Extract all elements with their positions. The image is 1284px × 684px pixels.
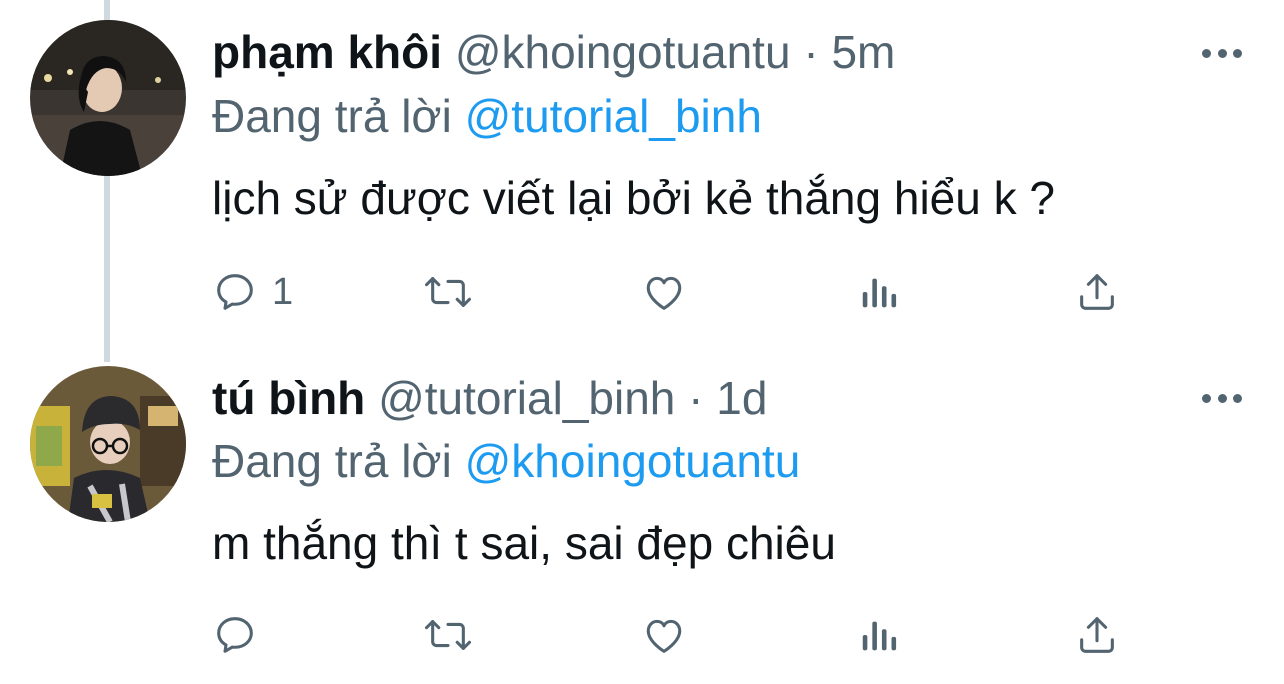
- user-handle[interactable]: @tutorial_binh: [378, 372, 675, 424]
- retweet-icon: [424, 620, 471, 650]
- display-name[interactable]: phạm khôi: [212, 26, 442, 78]
- separator-dot: ·: [803, 26, 819, 78]
- tweet-text: lịch sử được viết lại bởi kẻ thắng hiểu …: [212, 172, 1055, 224]
- replying-to-mention[interactable]: @tutorial_binh: [465, 90, 762, 142]
- like-button[interactable]: [640, 609, 688, 661]
- reply-icon: [217, 274, 253, 310]
- replying-to-mention[interactable]: @khoingotuantu: [465, 435, 801, 487]
- tweet[interactable]: phạm khôi @khoingotuantu · 5m Đang trả l…: [0, 0, 1284, 345]
- tweet-header: phạm khôi @khoingotuantu · 5m: [212, 24, 895, 80]
- replying-to: Đang trả lời @tutorial_binh: [212, 88, 762, 144]
- avatar[interactable]: [30, 366, 186, 522]
- more-icon[interactable]: [1202, 45, 1242, 61]
- reply-button[interactable]: 1: [212, 266, 293, 318]
- tweet[interactable]: tú bình @tutorial_binh · 1d Đang trả lời…: [0, 345, 1284, 684]
- share-button[interactable]: [1074, 609, 1120, 661]
- retweet-icon: [424, 277, 471, 307]
- like-button[interactable]: [640, 266, 688, 318]
- share-icon: [1080, 617, 1114, 653]
- avatar-photo: [30, 366, 186, 522]
- reply-count: 1: [272, 270, 294, 313]
- action-bar: 1: [212, 266, 1152, 318]
- more-icon[interactable]: [1202, 390, 1242, 406]
- retweet-button[interactable]: [422, 609, 474, 661]
- reply-button[interactable]: [212, 609, 272, 661]
- replying-to-label: Đang trả lời: [212, 435, 452, 487]
- avatar-photo: [30, 20, 186, 176]
- tweet-text: m thắng thì t sai, sai đẹp chiêu: [212, 517, 836, 569]
- timestamp[interactable]: 5m: [831, 26, 895, 78]
- views-button[interactable]: [858, 266, 902, 318]
- timestamp[interactable]: 1d: [716, 372, 767, 424]
- share-icon: [1080, 274, 1114, 310]
- share-button[interactable]: [1074, 266, 1120, 318]
- action-bar: [212, 609, 1152, 661]
- user-handle[interactable]: @khoingotuantu: [455, 26, 791, 78]
- retweet-button[interactable]: [422, 266, 474, 318]
- like-icon: [646, 276, 682, 310]
- display-name[interactable]: tú bình: [212, 372, 365, 424]
- like-icon: [646, 619, 682, 653]
- separator-dot: ·: [688, 372, 704, 424]
- replying-to: Đang trả lời @khoingotuantu: [212, 433, 800, 489]
- avatar[interactable]: [30, 20, 186, 176]
- tweet-header: tú bình @tutorial_binh · 1d: [212, 370, 767, 426]
- replying-to-label: Đang trả lời: [212, 90, 452, 142]
- views-button[interactable]: [858, 609, 902, 661]
- views-icon: [862, 278, 897, 308]
- views-icon: [862, 621, 897, 651]
- reply-icon: [217, 617, 253, 653]
